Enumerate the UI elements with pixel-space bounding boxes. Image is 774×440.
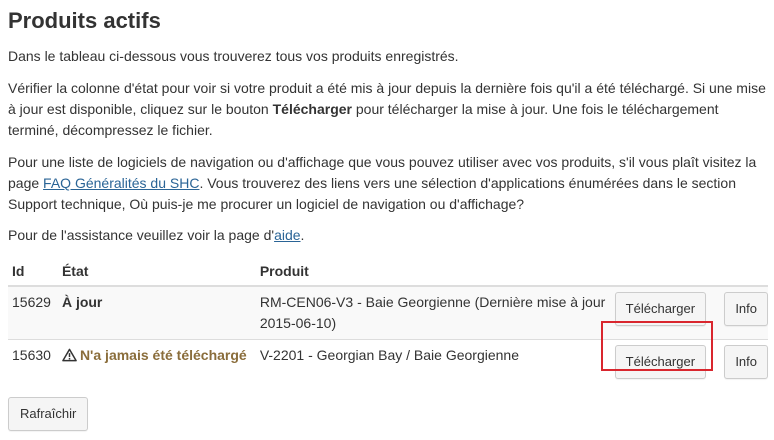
row-id: 15630	[8, 339, 58, 390]
row-state: À jour	[57, 285, 256, 340]
header-empty-download	[610, 257, 717, 287]
header-state: État	[57, 257, 256, 287]
download-cell: Télécharger	[610, 339, 717, 390]
download-button[interactable]: Télécharger	[614, 292, 707, 326]
page: Produits actifs Dans le tableau ci-desso…	[0, 0, 774, 440]
download-keyword: Télécharger	[272, 101, 352, 117]
intro-paragraph-3: Pour une liste de logiciels de navigatio…	[8, 152, 766, 215]
header-id: Id	[8, 257, 58, 287]
info-cell: Info	[716, 285, 768, 340]
header-product: Produit	[255, 257, 611, 287]
help-paragraph-text: Pour de l'assistance veuillez voir la pa…	[8, 227, 275, 243]
warning-triangle-icon	[62, 348, 77, 362]
intro-paragraph-2: Vérifier la colonne d'état pour voir si …	[8, 78, 766, 141]
header-empty-info	[716, 257, 768, 287]
row-product: RM-CEN06-V3 - Baie Georgienne (Dernière …	[255, 285, 611, 340]
download-cell: Télécharger	[610, 285, 717, 340]
row-state: N'a jamais été téléchargé	[79, 347, 247, 363]
info-button[interactable]: Info	[724, 345, 768, 379]
row-id: 15629	[8, 285, 58, 340]
help-paragraph-end: .	[300, 227, 305, 243]
help-paragraph: Pour de l'assistance veuillez voir la pa…	[8, 225, 766, 246]
products-table: Id État Produit 15629 À jour RM-CEN06-V3…	[8, 257, 768, 390]
info-cell: Info	[716, 339, 768, 390]
help-link[interactable]: aide	[274, 227, 300, 243]
refresh-button[interactable]: Rafraîchir	[8, 397, 89, 431]
table-row: 15629 À jour RM-CEN06-V3 - Baie Georgien…	[8, 285, 768, 340]
row-state-cell: N'a jamais été téléchargé	[57, 339, 256, 390]
table-header-row: Id État Produit	[8, 257, 768, 287]
info-button[interactable]: Info	[724, 292, 768, 326]
page-title: Produits actifs	[8, 8, 161, 33]
intro-paragraph-1: Dans le tableau ci-dessous vous trouvere…	[8, 48, 459, 64]
table-row: 15630 N'a jamais été téléchargé V-2201 -…	[8, 339, 768, 390]
row-product: V-2201 - Georgian Bay / Baie Georgienne	[255, 339, 611, 390]
download-button[interactable]: Télécharger	[614, 345, 707, 379]
faq-link[interactable]: FAQ Généralités du SHC	[43, 175, 199, 191]
